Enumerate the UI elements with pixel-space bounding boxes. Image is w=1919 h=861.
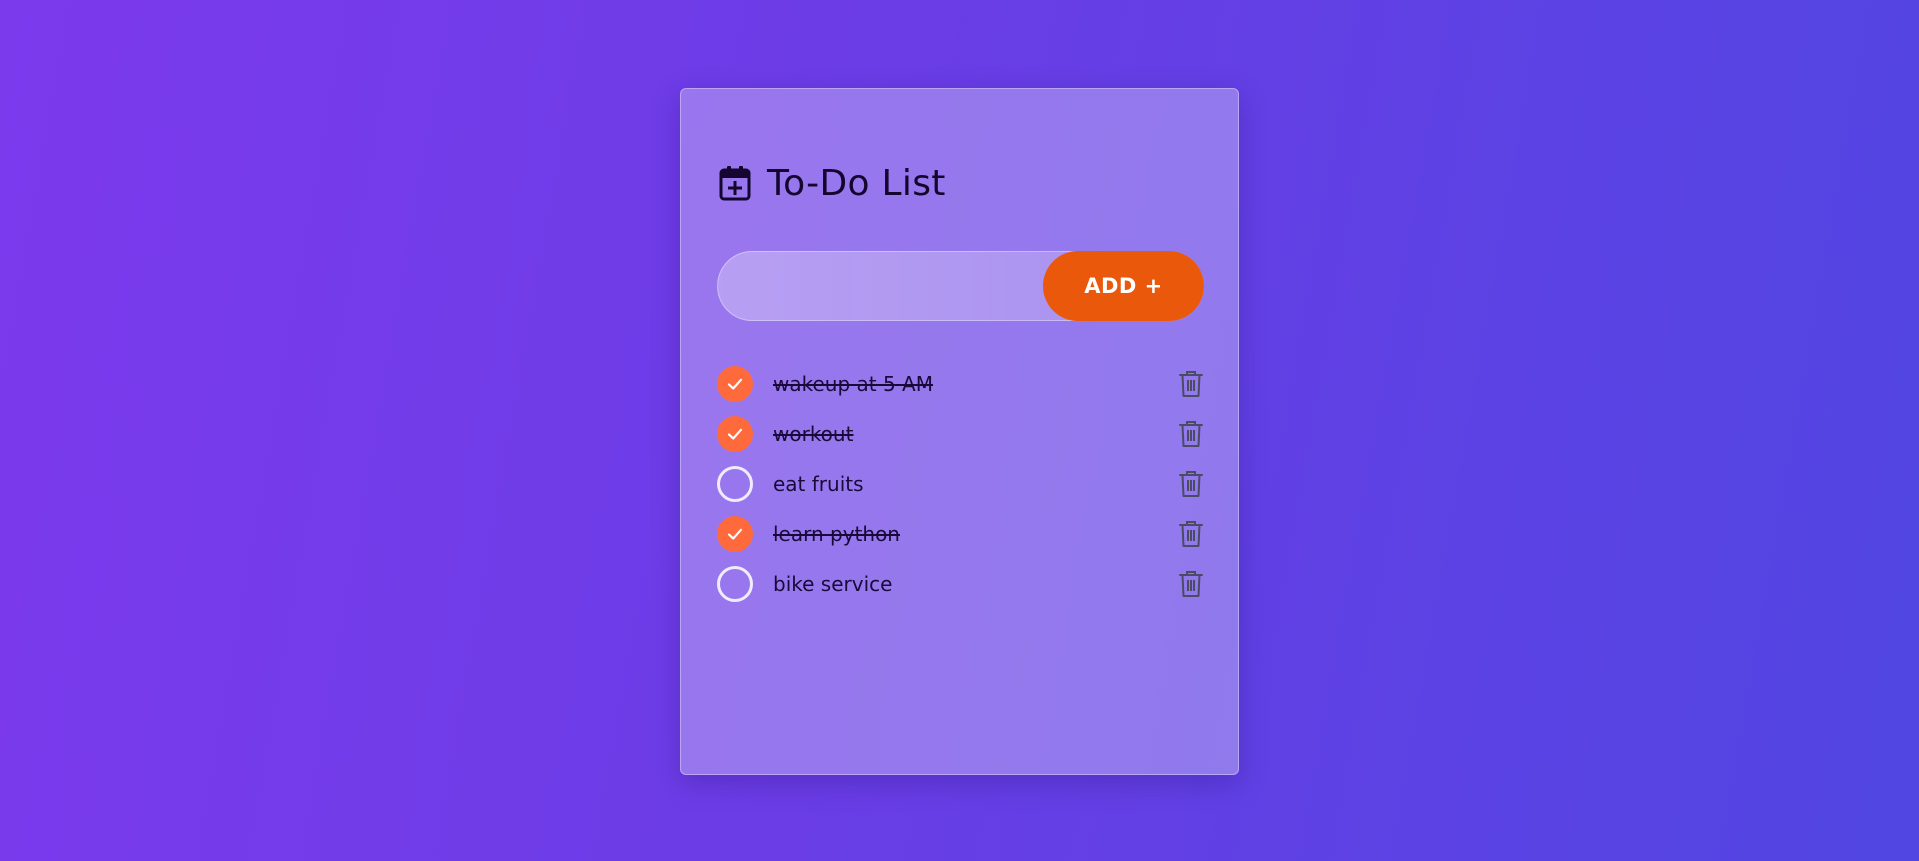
task-checkbox-checked[interactable] (717, 516, 753, 552)
add-task-form: ADD + (717, 251, 1204, 321)
task-text: wakeup at 5 AM (773, 372, 933, 396)
trash-icon[interactable] (1178, 569, 1204, 599)
task-item[interactable]: wakeup at 5 AM (717, 359, 1204, 409)
task-checkbox[interactable] (717, 466, 753, 502)
checkmark-icon (726, 425, 744, 443)
header: To-Do List (717, 161, 1202, 205)
task-list: wakeup at 5 AM workout eat fruits learn pyt… (717, 359, 1204, 609)
task-text: workout (773, 422, 854, 446)
task-item[interactable]: learn python (717, 509, 1204, 559)
task-item[interactable]: bike service (717, 559, 1204, 609)
task-item[interactable]: eat fruits (717, 459, 1204, 509)
todo-card: To-Do List ADD + wakeup at 5 AM workout ea… (680, 88, 1239, 775)
checkmark-icon (726, 525, 744, 543)
trash-icon[interactable] (1178, 469, 1204, 499)
task-checkbox-checked[interactable] (717, 416, 753, 452)
checkmark-icon (726, 375, 744, 393)
trash-icon[interactable] (1178, 419, 1204, 449)
task-text: learn python (773, 522, 900, 546)
task-checkbox-checked[interactable] (717, 366, 753, 402)
trash-icon[interactable] (1178, 369, 1204, 399)
trash-icon[interactable] (1178, 519, 1204, 549)
calendar-plus-icon (717, 163, 753, 203)
task-item[interactable]: workout (717, 409, 1204, 459)
add-button[interactable]: ADD + (1043, 251, 1204, 321)
task-text: bike service (773, 572, 893, 596)
task-text: eat fruits (773, 472, 864, 496)
task-checkbox[interactable] (717, 566, 753, 602)
page-title: To-Do List (767, 162, 946, 204)
